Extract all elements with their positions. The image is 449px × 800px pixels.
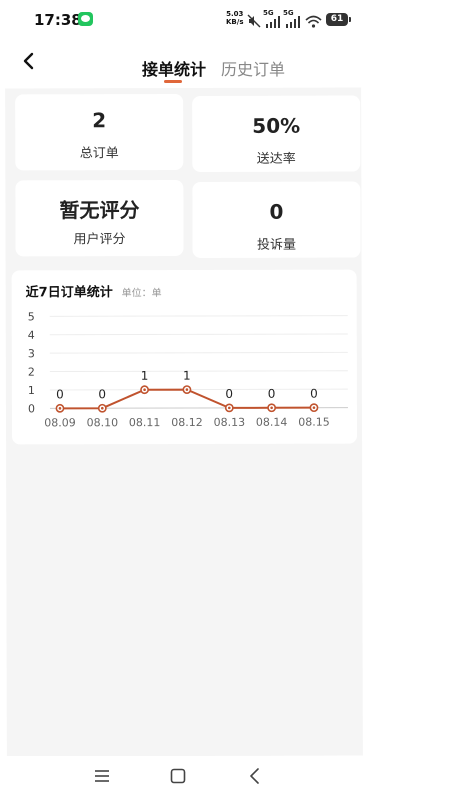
x-tick-label: 08.10: [87, 416, 119, 429]
user-rating-label: 用户评分: [73, 232, 126, 248]
gridline: [49, 315, 348, 317]
data-label: 0: [225, 387, 233, 401]
gridline: [49, 388, 348, 391]
delivery-rate-card[interactable]: 50% 送达率: [192, 95, 361, 172]
data-point-center: [100, 406, 104, 410]
battery-icon: 61: [326, 13, 351, 26]
data-label: 1: [183, 369, 191, 383]
data-label: 0: [268, 387, 276, 401]
signal-icon: [266, 13, 280, 32]
total-orders-value: 2: [92, 108, 107, 133]
x-tick-label: 08.13: [214, 416, 246, 429]
menu-icon: [95, 770, 109, 782]
order-line-chart: 0 1 2 3 4 5 0 08.09 0 08.10 1 08.11 1 08.12 0 08.13 0 08.…: [28, 310, 348, 429]
user-rating-card[interactable]: 暂无评分 用户评分: [15, 180, 184, 257]
back-button[interactable]: [18, 50, 40, 72]
data-point-center: [312, 406, 316, 409]
data-point-center: [270, 406, 273, 410]
x-tick-label: 08.11: [129, 416, 161, 429]
y-tick-label: 0: [28, 402, 35, 415]
gridline: [49, 333, 348, 336]
system-back-button[interactable]: [245, 766, 265, 786]
chart-unit: 单位：单: [121, 288, 162, 300]
mute-icon: [247, 13, 261, 32]
tab-indicator: [164, 80, 182, 83]
total-orders-label: 总订单: [79, 146, 119, 162]
data-point-center: [58, 407, 62, 410]
data-point-center: [227, 406, 231, 410]
tab-order-stats[interactable]: 接单统计: [142, 56, 206, 80]
system-nav-bar: [0, 756, 449, 800]
gridline: [49, 370, 348, 373]
network-speed-value: 5.03: [226, 10, 244, 18]
y-tick-label: 5: [28, 310, 35, 323]
stats-panel: 2 总订单 50% 送达率 暂无评分 用户评分 0 投诉量 近7日订单统计 单位…: [5, 87, 363, 757]
network-speed: 5.03 KB/s: [226, 10, 243, 26]
y-tick-label: 3: [28, 347, 35, 360]
x-tick-label: 08.15: [298, 416, 330, 429]
x-tick-label: 08.12: [171, 416, 203, 429]
home-icon: [170, 768, 186, 784]
menu-button[interactable]: [92, 766, 112, 786]
tab-order-history[interactable]: 历史订单: [221, 56, 285, 80]
home-button[interactable]: [168, 766, 188, 786]
data-label: 0: [98, 387, 106, 401]
y-tick-label: 4: [28, 329, 35, 342]
data-label: 1: [141, 369, 149, 383]
data-label: 0: [56, 387, 64, 401]
data-point-center: [143, 388, 146, 392]
x-tick-label: 08.09: [44, 416, 76, 429]
total-orders-card[interactable]: 2 总订单: [15, 94, 184, 171]
data-point-center: [185, 388, 189, 391]
complaints-value: 0: [269, 199, 284, 224]
delivery-rate-label: 送达率: [256, 151, 296, 167]
signal-icon-2: [286, 13, 300, 32]
x-tick-label: 08.14: [256, 416, 288, 429]
chart-title: 近7日订单统计: [25, 285, 113, 301]
complaints-card[interactable]: 0 投诉量: [192, 181, 361, 258]
back-icon: [250, 768, 259, 784]
data-label: 0: [310, 387, 318, 401]
complaints-label: 投诉量: [257, 237, 297, 253]
chevron-left-icon: [23, 52, 34, 70]
gridline: [49, 351, 348, 354]
network-speed-unit: KB/s: [226, 18, 244, 26]
y-tick-label: 1: [28, 384, 35, 397]
status-bar: 17:38 5.03 KB/s 5G 5G 61: [0, 0, 449, 40]
screen: 17:38 5.03 KB/s 5G 5G 61 接单统计 历史订单 2 总订单…: [0, 0, 449, 800]
wifi-icon: [305, 13, 322, 32]
wechat-icon: [78, 12, 93, 26]
y-tick-label: 2: [28, 366, 35, 379]
chart-card: 近7日订单统计 单位：单 0 1 2 3 4 5 0 08.09 0 08.10 1 08.11 1 08…: [11, 269, 358, 445]
delivery-rate-value: 50%: [252, 113, 301, 138]
nav-bar: 接单统计 历史订单: [0, 40, 449, 84]
user-rating-value: 暂无评分: [59, 198, 140, 223]
status-time: 17:38: [34, 11, 82, 29]
